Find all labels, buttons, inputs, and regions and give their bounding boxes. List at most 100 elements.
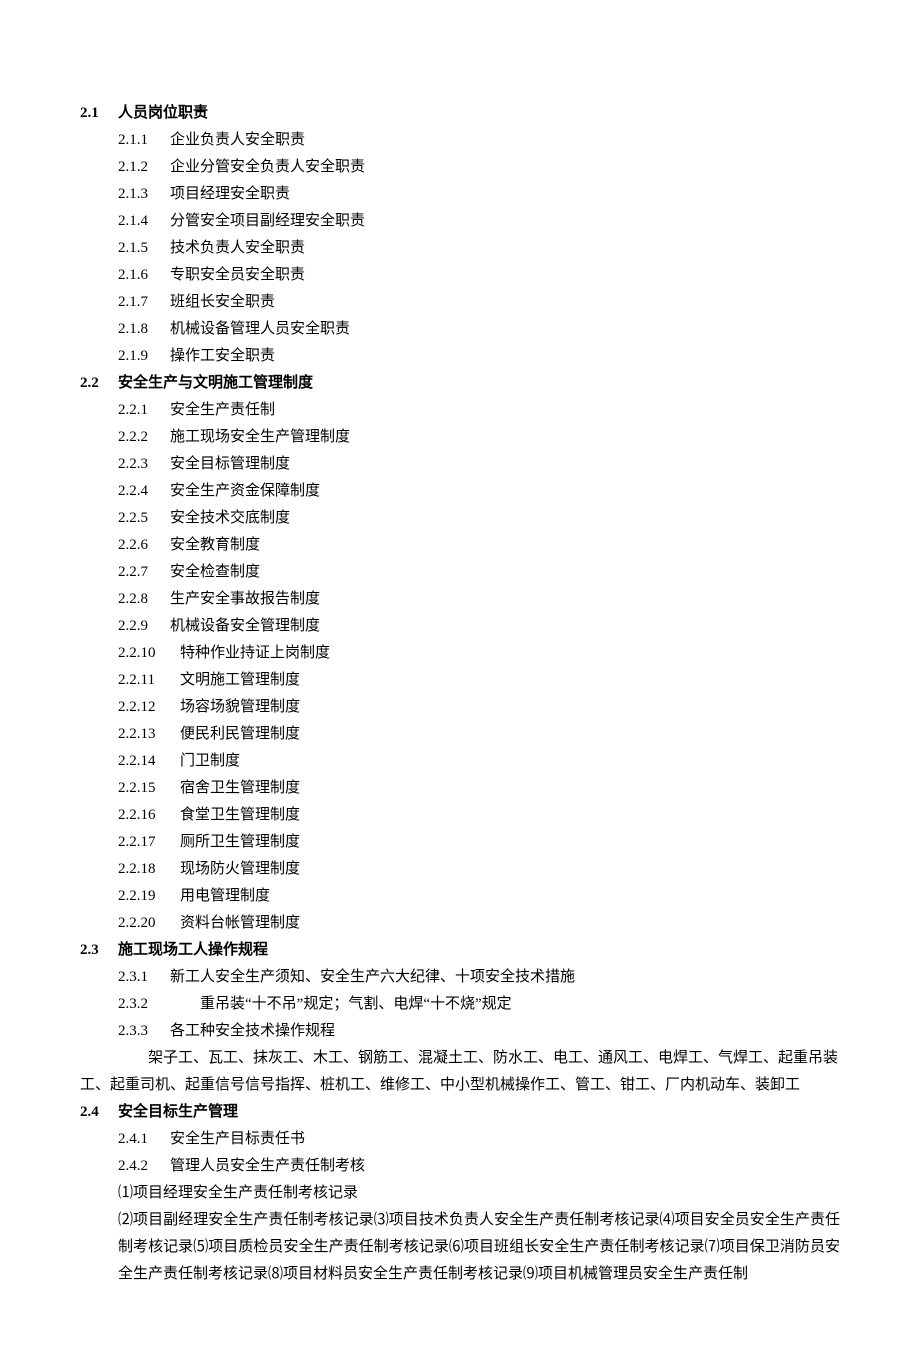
outline-item-text: 宿舍卫生管理制度 [180,775,300,802]
outline-item: 2.2.11文明施工管理制度 [80,667,840,694]
section-number: 2.4 [80,1099,118,1126]
outline-item: 2.3.3各工种安全技术操作规程 [80,1018,840,1045]
outline-item-text: 机械设备安全管理制度 [170,613,320,640]
outline-item-text: 安全技术交底制度 [170,505,290,532]
outline-item-text: 安全生产目标责任书 [170,1126,305,1153]
outline-item-text: 便民利民管理制度 [180,721,300,748]
outline-item-number: 2.1.9 [118,343,170,370]
outline-item: 2.4.2管理人员安全生产责任制考核 [80,1153,840,1180]
outline-item-number: 2.2.9 [118,613,170,640]
section-2-4-sub2: ⑵项目副经理安全生产责任制考核记录⑶项目技术负责人安全生产责任制考核记录⑷项目安… [80,1207,840,1288]
outline-item: 2.2.1安全生产责任制 [80,397,840,424]
outline-item-number: 2.1.1 [118,127,170,154]
outline-item-number: 2.2.15 [118,775,180,802]
outline-item: 2.2.18现场防火管理制度 [80,856,840,883]
outline-item-text: 安全目标管理制度 [170,451,290,478]
outline-item-text: 现场防火管理制度 [180,856,300,883]
outline-item: 2.2.4安全生产资金保障制度 [80,478,840,505]
outline-item: 2.3.2 重吊装“十不吊”规定；气割、电焊“十不烧”规定 [80,991,840,1018]
outline-item-number: 2.2.14 [118,748,180,775]
outline-item-number: 2.2.4 [118,478,170,505]
outline-item-number: 2.4.2 [118,1153,170,1180]
section-title: 安全目标生产管理 [118,1099,238,1126]
outline-item-text: 机械设备管理人员安全职责 [170,316,350,343]
section-title: 人员岗位职责 [118,100,208,127]
outline-item-text: 文明施工管理制度 [180,667,300,694]
section-2-3-trailing-2: 工、起重司机、起重信号信号指挥、桩机工、维修工、中小型机械操作工、管工、钳工、厂… [80,1072,840,1099]
outline-item-number: 2.3.2 [118,991,170,1018]
outline-item-number: 2.4.1 [118,1126,170,1153]
outline-item-number: 2.2.8 [118,586,170,613]
outline-item-number: 2.2.3 [118,451,170,478]
outline-item-number: 2.2.10 [118,640,180,667]
outline-item: 2.4.1安全生产目标责任书 [80,1126,840,1153]
section-number: 2.2 [80,370,118,397]
outline-item: 2.2.13便民利民管理制度 [80,721,840,748]
outline-item: 2.2.19用电管理制度 [80,883,840,910]
outline-item: 2.2.5安全技术交底制度 [80,505,840,532]
outline-item-text: 资料台帐管理制度 [180,910,300,937]
outline-item-number: 2.2.1 [118,397,170,424]
outline-item-text: 企业负责人安全职责 [170,127,305,154]
outline-item-text: 施工现场安全生产管理制度 [170,424,350,451]
section-2-4-heading: 2.4 安全目标生产管理 [80,1099,840,1126]
outline-item-number: 2.1.5 [118,235,170,262]
section-title: 施工现场工人操作规程 [118,937,268,964]
outline-item-text: 门卫制度 [180,748,240,775]
outline-item: 2.1.9操作工安全职责 [80,343,840,370]
outline-item: 2.2.12场容场貌管理制度 [80,694,840,721]
outline-item-text: 技术负责人安全职责 [170,235,305,262]
outline-item-number: 2.2.18 [118,856,180,883]
outline-item-number: 2.2.17 [118,829,180,856]
outline-item: 2.2.2施工现场安全生产管理制度 [80,424,840,451]
outline-item-number: 2.3.1 [118,964,170,991]
outline-item-text: 各工种安全技术操作规程 [170,1018,335,1045]
outline-item-text: 项目经理安全职责 [170,181,290,208]
outline-item: 2.1.3项目经理安全职责 [80,181,840,208]
outline-item: 2.1.6专职安全员安全职责 [80,262,840,289]
outline-item: 2.1.7班组长安全职责 [80,289,840,316]
section-2-1-heading: 2.1 人员岗位职责 [80,100,840,127]
outline-item: 2.1.4分管安全项目副经理安全职责 [80,208,840,235]
outline-item-number: 2.2.2 [118,424,170,451]
outline-item: 2.1.5技术负责人安全职责 [80,235,840,262]
outline-item-number: 2.2.7 [118,559,170,586]
outline-item-number: 2.2.16 [118,802,180,829]
outline-item: 2.2.15宿舍卫生管理制度 [80,775,840,802]
outline-item: 2.2.3安全目标管理制度 [80,451,840,478]
outline-item-text: 场容场貌管理制度 [180,694,300,721]
outline-item-text: 特种作业持证上岗制度 [180,640,330,667]
outline-item-text: 管理人员安全生产责任制考核 [170,1153,365,1180]
outline-item-text: 厕所卫生管理制度 [180,829,300,856]
outline-item: 2.2.16食堂卫生管理制度 [80,802,840,829]
outline-item-text: 安全生产资金保障制度 [170,478,320,505]
outline-item: 2.2.8生产安全事故报告制度 [80,586,840,613]
outline-item: 2.3.1新工人安全生产须知、安全生产六大纪律、十项安全技术措施 [80,964,840,991]
outline-item-number: 2.3.3 [118,1018,170,1045]
outline-item-text: 安全生产责任制 [170,397,275,424]
section-2-4-sub1: ⑴项目经理安全生产责任制考核记录 [80,1180,840,1207]
outline-item-text: 安全教育制度 [170,532,260,559]
outline-item-number: 2.1.4 [118,208,170,235]
outline-item-number: 2.2.20 [118,910,180,937]
outline-item-text: 重吊装“十不吊”规定；气割、电焊“十不烧”规定 [170,991,512,1018]
outline-item-number: 2.1.6 [118,262,170,289]
outline-item-text: 生产安全事故报告制度 [170,586,320,613]
outline-item-number: 2.2.6 [118,532,170,559]
outline-item-number: 2.1.3 [118,181,170,208]
outline-item-text: 用电管理制度 [180,883,270,910]
outline-item-number: 2.2.12 [118,694,180,721]
outline-item: 2.2.7安全检查制度 [80,559,840,586]
outline-item-number: 2.1.8 [118,316,170,343]
outline-item-text: 食堂卫生管理制度 [180,802,300,829]
outline-item-text: 分管安全项目副经理安全职责 [170,208,365,235]
outline-item-number: 2.2.19 [118,883,180,910]
outline-item-text: 专职安全员安全职责 [170,262,305,289]
outline-item: 2.2.14门卫制度 [80,748,840,775]
outline-item: 2.1.1企业负责人安全职责 [80,127,840,154]
outline-item-number: 2.2.13 [118,721,180,748]
outline-item-text: 操作工安全职责 [170,343,275,370]
section-number: 2.3 [80,937,118,964]
outline-item-number: 2.1.7 [118,289,170,316]
outline-item-text: 安全检查制度 [170,559,260,586]
